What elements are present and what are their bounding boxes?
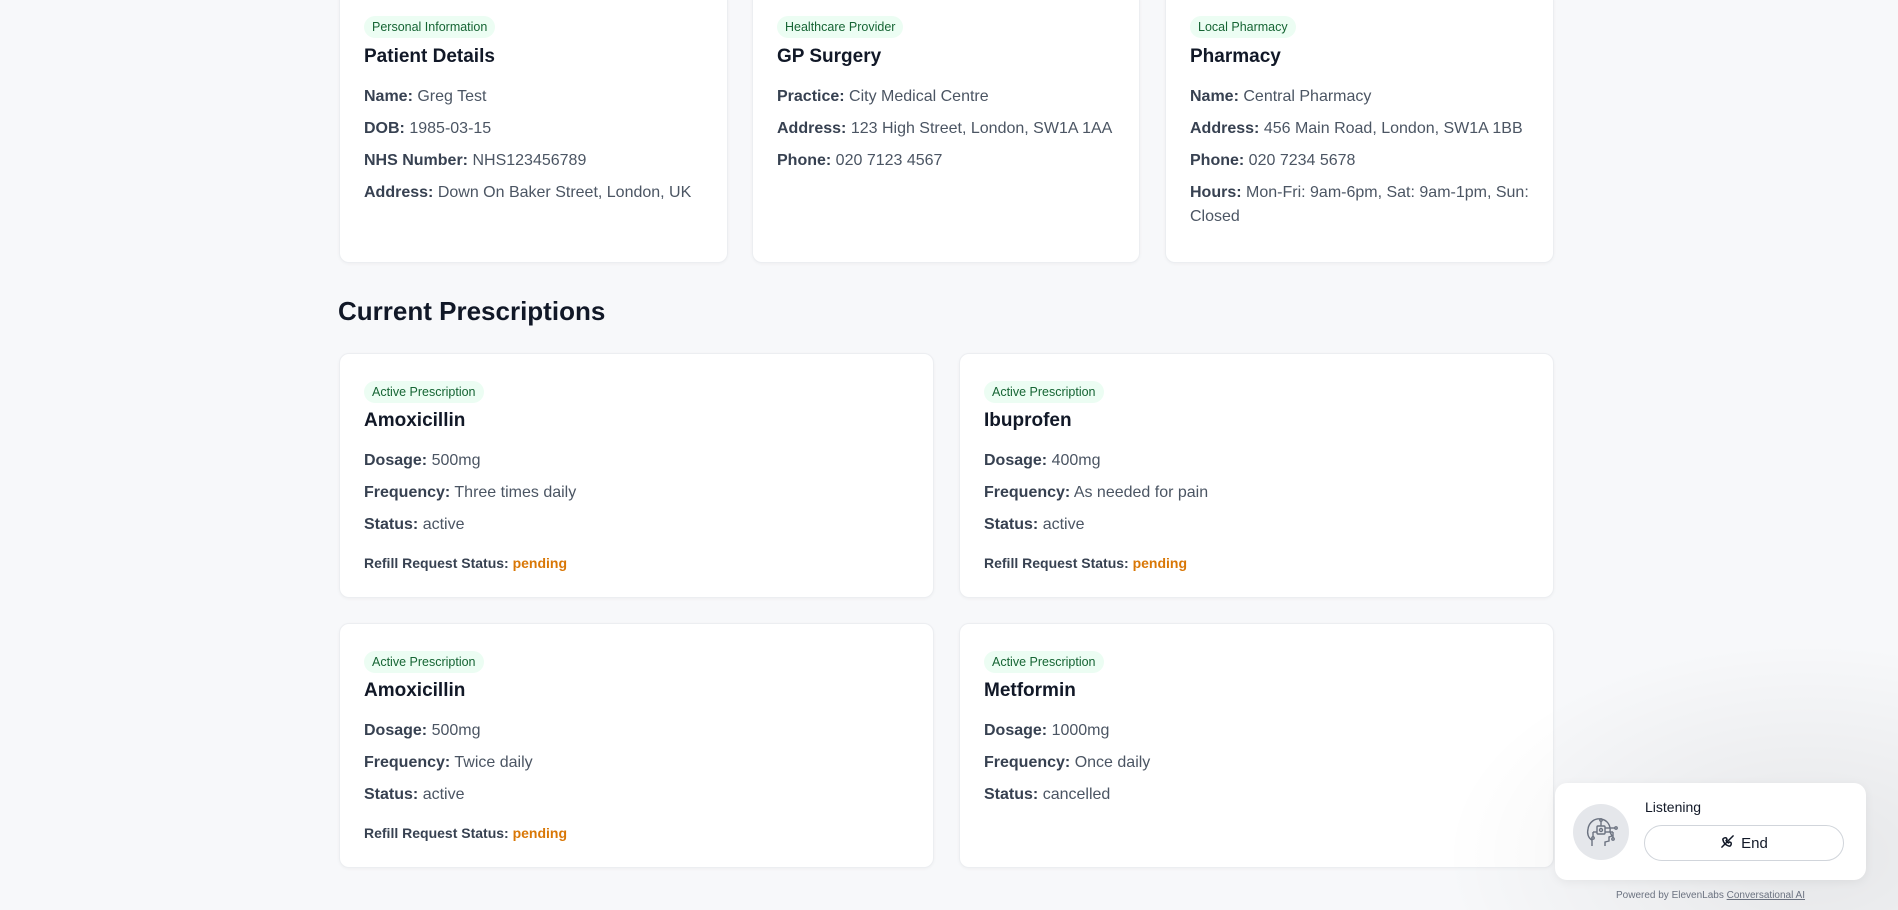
- badge-local-pharmacy: Local Pharmacy: [1190, 16, 1296, 38]
- robot-face-icon: [1573, 804, 1629, 860]
- badge-healthcare-provider: Healthcare Provider: [777, 16, 904, 38]
- gp-phone-row: Phone: 020 7123 4567: [777, 152, 943, 169]
- refill-status: Refill Request Status: pending: [984, 555, 1188, 571]
- dosage-row: Dosage: 400mg: [984, 452, 1101, 469]
- prescription-card: Active Prescription Amoxicillin Dosage: …: [339, 623, 934, 868]
- voice-assistant-widget: Listening End: [1555, 783, 1866, 880]
- refill-status-value: pending: [1132, 555, 1188, 571]
- prescription-name: Ibuprofen: [984, 410, 1072, 431]
- dosage-row: Dosage: 500mg: [364, 452, 481, 469]
- patient-address-row: Address: Down On Baker Street, London, U…: [364, 184, 692, 201]
- refill-status: Refill Request Status: pending: [364, 825, 568, 841]
- status-row: Status: active: [364, 786, 465, 803]
- patient-details-title: Patient Details: [364, 46, 495, 67]
- patient-name-row: Name: Greg Test: [364, 88, 487, 105]
- pharmacy-title: Pharmacy: [1190, 46, 1281, 67]
- status-row: Status: active: [984, 516, 1085, 533]
- phone-hangup-icon: [1720, 834, 1735, 853]
- refill-status-value: pending: [512, 825, 568, 841]
- pharmacy-name-row: Name: Central Pharmacy: [1190, 88, 1372, 105]
- pharmacy-hours-row: Hours: Mon-Fri: 9am-6pm, Sat: 9am-1pm, S…: [1190, 184, 1529, 225]
- badge-active-prescription: Active Prescription: [984, 651, 1104, 673]
- patient-dob-row: DOB: 1985-03-15: [364, 120, 492, 137]
- dosage-row: Dosage: 500mg: [364, 722, 481, 739]
- pharmacy-card: Local Pharmacy Pharmacy Name: Central Ph…: [1165, 0, 1554, 263]
- prescription-card: Active Prescription Amoxicillin Dosage: …: [339, 353, 934, 598]
- prescription-name: Amoxicillin: [364, 680, 466, 701]
- end-call-button[interactable]: End: [1644, 825, 1844, 861]
- prescription-name: Amoxicillin: [364, 410, 466, 431]
- powered-by-footer: Powered by ElevenLabs Conversational AI: [1615, 890, 1806, 901]
- conversational-ai-link[interactable]: Conversational AI: [1727, 890, 1805, 901]
- badge-active-prescription: Active Prescription: [364, 381, 484, 403]
- frequency-row: Frequency: As needed for pain: [984, 484, 1209, 501]
- status-row: Status: active: [364, 516, 465, 533]
- end-button-label: End: [1741, 834, 1768, 852]
- prescription-card: Active Prescription Ibuprofen Dosage: 40…: [959, 353, 1554, 598]
- gp-surgery-title: GP Surgery: [777, 46, 882, 67]
- refill-status-value: pending: [512, 555, 568, 571]
- prescription-name: Metformin: [984, 680, 1076, 701]
- pharmacy-address-row: Address: 456 Main Road, London, SW1A 1BB: [1190, 120, 1523, 137]
- patient-details-card: Personal Information Patient Details Nam…: [339, 0, 728, 263]
- gp-surgery-card: Healthcare Provider GP Surgery Practice:…: [752, 0, 1140, 263]
- pharmacy-phone-row: Phone: 020 7234 5678: [1190, 152, 1356, 169]
- listening-status: Listening: [1645, 799, 1702, 815]
- gp-practice-row: Practice: City Medical Centre: [777, 88, 989, 105]
- gp-address-row: Address: 123 High Street, London, SW1A 1…: [777, 120, 1113, 137]
- badge-personal-information: Personal Information: [364, 16, 496, 38]
- section-title: Current Prescriptions: [338, 296, 606, 326]
- frequency-row: Frequency: Twice daily: [364, 754, 533, 771]
- page: Personal Information Patient Details Nam…: [0, 0, 1898, 910]
- refill-status: Refill Request Status: pending: [364, 555, 568, 571]
- frequency-row: Frequency: Three times daily: [364, 484, 577, 501]
- patient-nhs-row: NHS Number: NHS123456789: [364, 152, 587, 169]
- badge-active-prescription: Active Prescription: [364, 651, 484, 673]
- badge-active-prescription: Active Prescription: [984, 381, 1104, 403]
